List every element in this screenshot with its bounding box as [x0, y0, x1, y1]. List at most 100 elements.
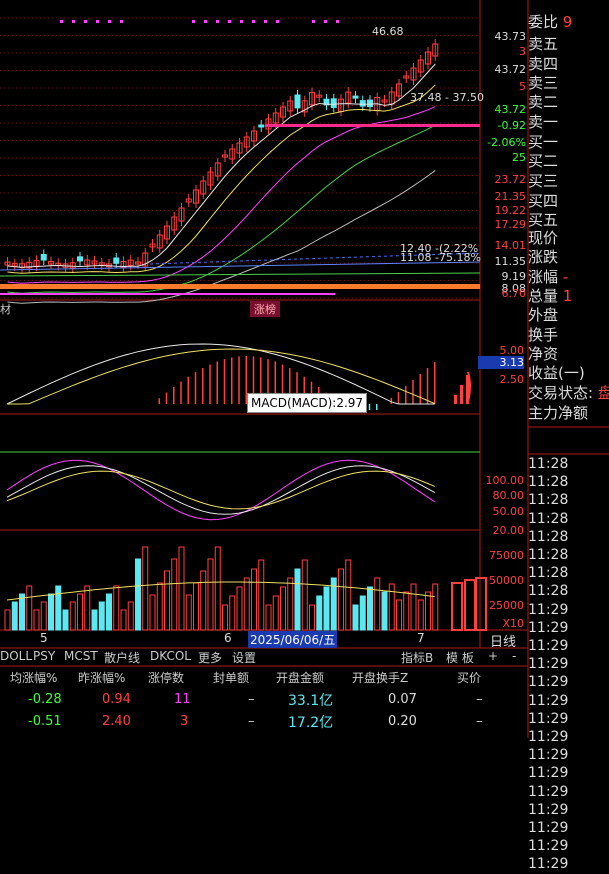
tick-time: 11:28: [528, 565, 569, 582]
price-axis-tick: 5: [519, 80, 526, 93]
row2-open: 17.2亿: [288, 715, 334, 731]
tab-settings[interactable]: 设置: [232, 649, 256, 666]
quote-label: 外盘: [528, 306, 559, 324]
quote-row[interactable]: 买一: [528, 133, 609, 152]
top-marker: [336, 20, 339, 23]
quote-label: 卖四: [528, 55, 559, 73]
volume-bar: [19, 593, 25, 631]
quote-row[interactable]: 净资: [528, 345, 609, 364]
indicator-b-button[interactable]: 指标B: [401, 649, 433, 666]
quote-label: 主力净额: [528, 404, 589, 422]
quote-row[interactable]: 卖三: [528, 74, 609, 93]
support-band: [265, 124, 480, 127]
tab-doll[interactable]: DOLL: [0, 649, 32, 663]
quote-row[interactable]: 总量 1: [528, 287, 609, 306]
quote-value: -: [558, 268, 569, 286]
quote-label: 交易状态:: [528, 384, 594, 402]
volume-bar: [316, 595, 323, 631]
tab-more[interactable]: 更多: [198, 649, 222, 666]
quote-row[interactable]: 卖四: [528, 55, 609, 74]
period-label[interactable]: 日线: [490, 631, 516, 650]
quote-row[interactable]: 现价: [528, 229, 609, 248]
quote-value: 盘: [597, 384, 609, 402]
quote-row[interactable]: 卖一: [528, 113, 609, 132]
col-open-turnover[interactable]: 开盘换手Z: [352, 669, 408, 686]
quote-row[interactable]: 买四: [528, 192, 609, 211]
candle: [367, 99, 373, 108]
macd-axis-tick: 2.50: [499, 373, 525, 386]
price-axis-tick: 43.72: [494, 63, 527, 76]
tick-time: 11:29: [528, 856, 569, 873]
tick-time: 11:29: [528, 765, 569, 782]
tab-dkcol[interactable]: DKCOL: [150, 649, 191, 663]
date-label-5: 5: [40, 631, 48, 645]
quote-label: 收益(一): [528, 364, 585, 382]
row1-count: 11: [174, 692, 191, 707]
col-avg-change[interactable]: 均涨幅%: [10, 669, 57, 686]
price-axis-tick: 43.73: [494, 30, 527, 43]
top-marker: [84, 20, 87, 23]
col-seal-amount[interactable]: 封单额: [213, 669, 249, 686]
quote-row[interactable]: 涨幅 -: [528, 268, 609, 287]
volume-bar: [55, 585, 62, 631]
quote-row[interactable]: 外盘: [528, 306, 609, 325]
quote-row[interactable]: 买三: [528, 172, 609, 191]
price-axis-tick: 23.72: [494, 173, 527, 186]
macd-current-bar: [454, 395, 457, 404]
quote-row[interactable]: 涨跌: [528, 248, 609, 267]
quote-row[interactable]: 委比 9: [528, 13, 609, 32]
quote-row[interactable]: 买五: [528, 211, 609, 230]
col-limit-up-count[interactable]: 涨停数: [148, 669, 184, 686]
volume-bar: [62, 609, 69, 631]
tick-time: 11:28: [528, 492, 569, 509]
quote-row[interactable]: 买二: [528, 152, 609, 171]
price-axis-tick: 19.22: [494, 204, 527, 217]
quote-label: 委比: [528, 13, 559, 31]
quote-row[interactable]: 卖五: [528, 35, 609, 54]
tick-time: 11:28: [528, 583, 569, 600]
col-prev-change[interactable]: 昨涨幅%: [78, 669, 125, 686]
col-bid[interactable]: 买价: [457, 669, 481, 686]
quote-row[interactable]: 换手: [528, 326, 609, 345]
volume-bar: [91, 609, 98, 631]
template-button[interactable]: 模 板: [446, 649, 474, 666]
row1-avg: -0.28: [28, 692, 62, 707]
volume-bar: [294, 568, 301, 631]
price-axis-tick: 25: [512, 151, 526, 164]
ma-band-orange: [0, 284, 480, 289]
volume-bar: [48, 593, 54, 631]
tick-time: 11:29: [528, 783, 569, 800]
zhangbang-tag[interactable]: 涨榜: [250, 301, 280, 317]
date-label-6: 6: [224, 631, 232, 645]
kdj-axis-tick: 100.00: [485, 474, 525, 487]
volume-bar: [367, 586, 373, 631]
row2-seal: –: [248, 714, 255, 729]
quote-row[interactable]: 交易状态: 盘: [528, 384, 609, 403]
volume-bar: [352, 604, 359, 631]
price-axis-tick: 11.35: [494, 255, 527, 268]
volume-axis-tick: 25000: [489, 599, 524, 612]
minus-button[interactable]: -: [512, 649, 516, 663]
quote-label: 卖二: [528, 93, 559, 111]
quote-label: 买二: [528, 152, 559, 170]
price-axis-tick: 17.29: [494, 218, 527, 231]
volume-bar: [381, 591, 388, 631]
quote-row[interactable]: 卖二: [528, 93, 609, 112]
ma-value-label: 37.48 - 37.50: [410, 91, 484, 104]
quote-row[interactable]: 主力净额: [528, 404, 609, 423]
tab-psy[interactable]: PSY: [33, 649, 55, 663]
top-marker: [216, 20, 219, 23]
quote-label: 现价: [528, 229, 559, 247]
tab-mcst[interactable]: MCST: [64, 649, 98, 663]
volume-bar: [98, 601, 105, 631]
macd-axis-tick: 3.13: [478, 356, 524, 369]
plus-button[interactable]: +: [488, 649, 498, 663]
tab-sanhuxian[interactable]: 散户线: [104, 649, 140, 666]
quote-label: 买四: [528, 192, 559, 210]
row1-seal: –: [248, 692, 255, 707]
quote-row[interactable]: 收益(一): [528, 364, 609, 383]
col-open-amount[interactable]: 开盘金额: [276, 669, 324, 686]
top-marker: [312, 20, 315, 23]
tick-time: 11:29: [528, 656, 569, 673]
macd-current-bar: [460, 385, 463, 404]
